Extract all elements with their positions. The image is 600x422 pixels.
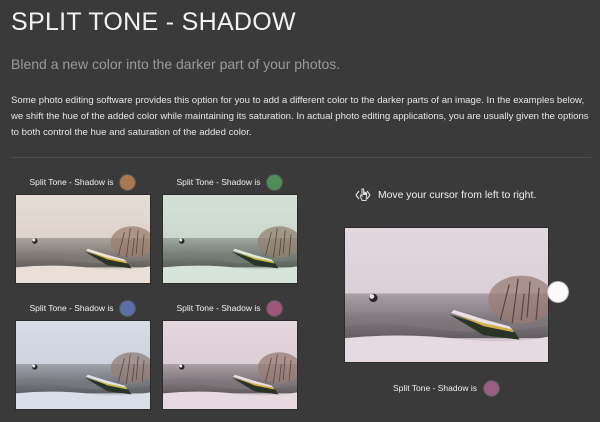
- lake-boat-photo: [162, 194, 298, 284]
- page-subtitle: Blend a new color into the darker part o…: [11, 56, 341, 72]
- shadow-color-swatch: [266, 299, 284, 317]
- shadow-color-swatch: [482, 379, 500, 397]
- example-label: Split Tone - Shadow is: [162, 172, 298, 192]
- section-divider: [11, 157, 591, 158]
- shadow-color-swatch: [119, 299, 137, 317]
- example-label: Split Tone - Shadow is: [162, 298, 298, 318]
- example-label-text: Split Tone - Shadow is: [176, 177, 261, 187]
- lake-boat-photo: [162, 320, 298, 410]
- interactive-label-text: Split Tone - Shadow is: [393, 383, 477, 393]
- shadow-color-swatch: [119, 173, 137, 191]
- cursor-hint: Move your cursor from left to right.: [352, 184, 536, 206]
- interactive-preview-photo[interactable]: [344, 227, 549, 363]
- description-paragraph: Some photo editing software provides thi…: [11, 95, 589, 138]
- hue-slider-knob[interactable]: [547, 281, 569, 303]
- shadow-color-swatch: [266, 173, 284, 191]
- cursor-left-right-icon: [355, 188, 371, 201]
- lake-boat-photo: [15, 320, 151, 410]
- page-title: SPLIT TONE - SHADOW: [11, 8, 296, 36]
- example-label: Split Tone - Shadow is: [15, 298, 151, 318]
- interactive-label: Split Tone - Shadow is: [344, 378, 549, 398]
- example-label-text: Split Tone - Shadow is: [176, 303, 261, 313]
- example-label-text: Split Tone - Shadow is: [29, 303, 114, 313]
- lake-boat-photo: [15, 194, 151, 284]
- example-label-text: Split Tone - Shadow is: [29, 177, 114, 187]
- cursor-hint-text: Move your cursor from left to right.: [378, 189, 537, 201]
- example-label: Split Tone - Shadow is: [15, 172, 151, 192]
